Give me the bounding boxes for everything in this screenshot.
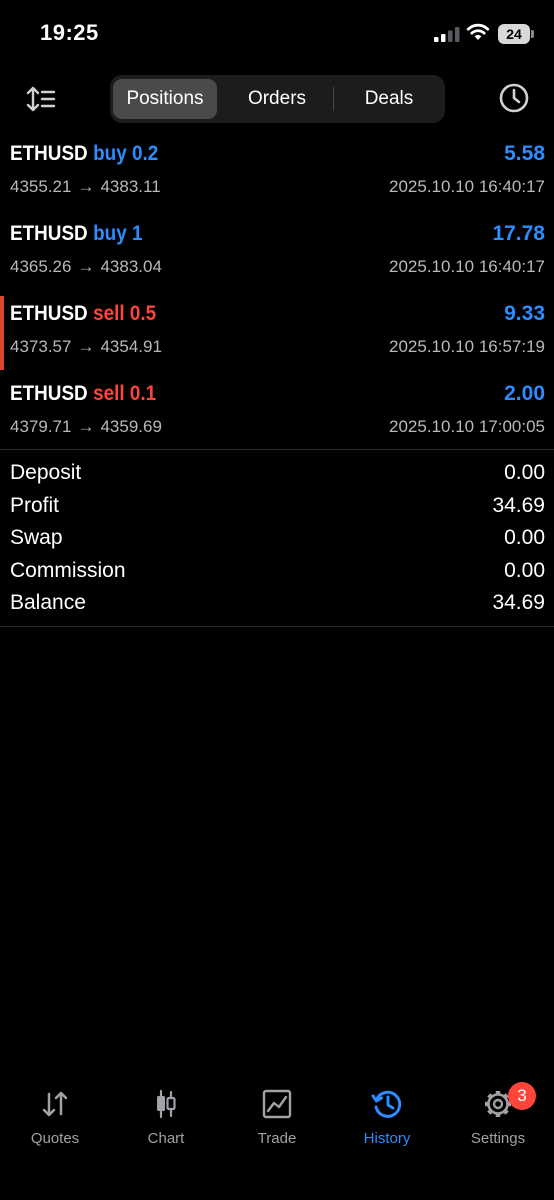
- sort-icon[interactable]: [24, 82, 58, 116]
- tab-chart[interactable]: Chart: [111, 1078, 221, 1158]
- summary-row-balance: Balance 34.69: [0, 587, 554, 620]
- position-profit: 5.58: [504, 142, 545, 165]
- position-title: ETHUSD sell 0.5: [10, 302, 156, 326]
- trade-line-chart-icon: [262, 1089, 292, 1119]
- tab-label: Quotes: [30, 1130, 80, 1147]
- position-row[interactable]: ETHUSD buy 1 17.78 4365.26 → 4383.04 2025.1…: [0, 218, 554, 298]
- position-date: 2025.10.10 17:00:05: [389, 417, 545, 436]
- tab-label: Chart: [147, 1130, 185, 1147]
- open-price: 4379.71: [10, 417, 72, 436]
- position-date: 2025.10.10 16:57:19: [389, 337, 545, 356]
- candlestick-chart-icon: [157, 1089, 176, 1119]
- tab-orders[interactable]: Orders: [222, 79, 332, 119]
- history-clock-icon: [371, 1090, 402, 1118]
- position-symbol: ETHUSD: [10, 302, 88, 325]
- tab-settings[interactable]: Settings: [443, 1078, 553, 1158]
- tab-trade[interactable]: Trade: [222, 1078, 332, 1158]
- summary-value: 34.69: [492, 591, 545, 614]
- close-price: 4354.91: [100, 337, 162, 356]
- position-profit: 17.78: [492, 222, 545, 245]
- position-side: sell 0.5: [93, 302, 157, 325]
- summary-value: 0.00: [504, 526, 545, 549]
- summary-row-deposit: Deposit 0.00: [0, 457, 554, 490]
- position-title: ETHUSD buy 1: [10, 222, 142, 246]
- right-arrow-icon: →: [77, 177, 95, 196]
- position-row[interactable]: ETHUSD sell 0.1 2.00 4379.71 → 4359.69 2025…: [0, 378, 554, 458]
- close-price: 4359.69: [100, 417, 162, 436]
- quotes-arrows-icon: [42, 1091, 68, 1117]
- summary-section: Deposit 0.00 Profit 34.69 Swap 0.00 Comm…: [0, 457, 554, 620]
- bottom-tab-bar: Quotes Chart Trade History Settings 3: [0, 1078, 554, 1178]
- summary-label: Balance: [10, 591, 86, 614]
- summary-label: Commission: [10, 558, 126, 582]
- position-title: ETHUSD sell 0.1: [10, 382, 156, 406]
- position-row[interactable]: ETHUSD sell 0.5 9.33 4373.57 → 4354.91 2025…: [0, 296, 554, 378]
- battery-level: 24: [498, 24, 530, 44]
- history-segmented-control: Positions Orders Deals: [110, 75, 445, 123]
- summary-row-commission: Commission 0.00: [0, 555, 554, 588]
- settings-notification-badge: 3: [508, 1082, 536, 1110]
- close-price: 4383.11: [100, 177, 161, 196]
- position-side: buy 1: [93, 222, 143, 245]
- position-prices: 4355.21 → 4383.11: [10, 177, 161, 197]
- positions-list: ETHUSD buy 0.2 5.58 4355.21 → 4383.11 2025.…: [0, 138, 554, 458]
- segment-divider: [333, 87, 334, 111]
- summary-label: Swap: [10, 526, 63, 549]
- summary-row-profit: Profit 34.69: [0, 490, 554, 523]
- battery-icon: 24: [498, 24, 534, 44]
- status-time: 19:25: [40, 20, 99, 45]
- clock-icon[interactable]: [497, 81, 531, 115]
- position-symbol: ETHUSD: [10, 222, 88, 245]
- right-arrow-icon: →: [77, 257, 95, 276]
- open-price: 4365.26: [10, 257, 72, 276]
- status-bar: 19:25 24: [0, 0, 554, 66]
- right-arrow-icon: →: [77, 337, 95, 356]
- history-toolbar: Positions Orders Deals: [0, 74, 554, 124]
- tab-label: History: [363, 1130, 411, 1147]
- position-symbol: ETHUSD: [10, 382, 88, 405]
- summary-label: Profit: [10, 493, 60, 517]
- tab-deals[interactable]: Deals: [335, 79, 443, 119]
- position-prices: 4365.26 → 4383.04: [10, 257, 162, 277]
- position-date: 2025.10.10 16:40:17: [389, 177, 545, 196]
- summary-value: 0.00: [504, 558, 545, 582]
- tab-history[interactable]: History: [332, 1078, 442, 1158]
- selected-indicator: [0, 296, 4, 370]
- position-prices: 4379.71 → 4359.69: [10, 417, 162, 437]
- position-profit: 2.00: [504, 382, 545, 405]
- position-profit: 9.33: [504, 302, 545, 325]
- summary-value: 0.00: [504, 461, 545, 484]
- summary-value: 34.69: [492, 493, 545, 517]
- position-title: ETHUSD buy 0.2: [10, 142, 158, 166]
- open-price: 4355.21: [10, 177, 72, 196]
- tab-label: Trade: [257, 1130, 297, 1147]
- wifi-icon: [466, 23, 490, 40]
- divider: [0, 626, 554, 627]
- position-row[interactable]: ETHUSD buy 0.2 5.58 4355.21 → 4383.11 2025.…: [0, 138, 554, 218]
- tab-quotes[interactable]: Quotes: [0, 1078, 110, 1158]
- divider: [0, 449, 554, 450]
- tab-label: Settings: [470, 1130, 526, 1147]
- close-price: 4383.04: [100, 257, 162, 276]
- position-prices: 4373.57 → 4354.91: [10, 337, 162, 357]
- summary-row-swap: Swap 0.00: [0, 522, 554, 555]
- position-side: sell 0.1: [93, 382, 157, 405]
- right-arrow-icon: →: [77, 417, 95, 436]
- summary-label: Deposit: [10, 461, 82, 484]
- position-side: buy 0.2: [93, 142, 159, 165]
- position-symbol: ETHUSD: [10, 142, 88, 165]
- tab-positions[interactable]: Positions: [113, 79, 217, 119]
- open-price: 4373.57: [10, 337, 72, 356]
- position-date: 2025.10.10 16:40:17: [389, 257, 545, 276]
- cellular-signal-icon: [434, 27, 460, 42]
